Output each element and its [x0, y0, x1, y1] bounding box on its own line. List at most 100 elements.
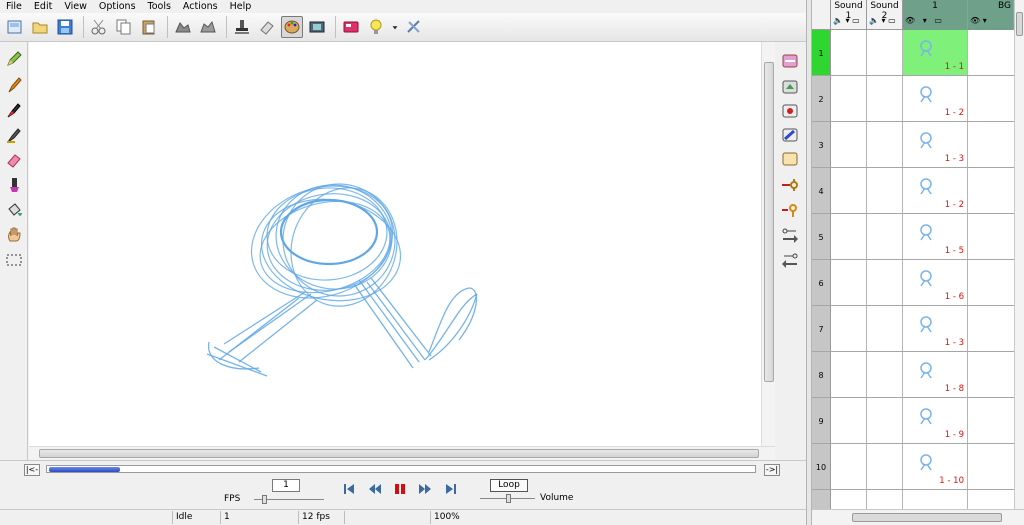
- xsheet-horizontal-scrollbar[interactable]: [812, 509, 1024, 525]
- fps-input[interactable]: 1: [272, 479, 300, 492]
- table-row[interactable]: 1 1 - 1: [812, 30, 1014, 76]
- drawing-canvas[interactable]: [29, 42, 761, 446]
- paper-icon[interactable]: [779, 148, 801, 170]
- column-header-bg[interactable]: BG 👁 ▾: [968, 0, 1014, 30]
- open-icon[interactable]: [29, 16, 51, 38]
- timeline-slider[interactable]: [46, 465, 756, 473]
- pencil-icon[interactable]: [3, 48, 25, 70]
- bg-cell[interactable]: [968, 30, 1014, 75]
- frame-number[interactable]: 5: [812, 214, 831, 259]
- canvas-vscroll-thumb[interactable]: [764, 62, 774, 382]
- sound-1-cell[interactable]: [831, 398, 867, 443]
- go-to-start-button[interactable]: |<-: [24, 464, 40, 476]
- stamp-icon[interactable]: [231, 16, 253, 38]
- table-row[interactable]: 4 1 - 2: [812, 168, 1014, 214]
- menu-tools[interactable]: Tools: [142, 0, 177, 13]
- layer-1-cell[interactable]: 1 - 1: [903, 30, 968, 75]
- frame-number[interactable]: 7: [812, 306, 831, 351]
- sound-2-cell[interactable]: [867, 214, 903, 259]
- cut-icon[interactable]: [88, 16, 110, 38]
- frame-number[interactable]: 6: [812, 260, 831, 305]
- loop-button[interactable]: Loop: [490, 479, 528, 492]
- palette-icon[interactable]: [281, 16, 303, 38]
- table-row[interactable]: 5 1 - 5: [812, 214, 1014, 260]
- onion-back-icon[interactable]: [172, 16, 194, 38]
- sound-2-cell[interactable]: [867, 306, 903, 351]
- brush-icon[interactable]: [3, 74, 25, 96]
- settings-icon[interactable]: [403, 16, 425, 38]
- paint-icon[interactable]: [779, 100, 801, 122]
- arrow-right-icon[interactable]: [779, 224, 801, 246]
- sound-2-cell[interactable]: [867, 122, 903, 167]
- save-icon[interactable]: [54, 16, 76, 38]
- menu-actions[interactable]: Actions: [177, 0, 224, 13]
- onion-forward-icon[interactable]: [197, 16, 219, 38]
- table-row[interactable]: 7 1 - 3: [812, 306, 1014, 352]
- menu-file[interactable]: File: [0, 0, 28, 13]
- transform-icon[interactable]: [779, 50, 801, 72]
- layer-1-cell[interactable]: 1 - 3: [903, 122, 968, 167]
- frame-number[interactable]: 8: [812, 352, 831, 397]
- sound-2-cell[interactable]: [867, 76, 903, 121]
- layer-1-cell[interactable]: 1 - 8: [903, 352, 968, 397]
- last-frame-button[interactable]: [443, 481, 459, 497]
- table-row[interactable]: 10 1 - 10: [812, 444, 1014, 490]
- calligraphy-pen-icon[interactable]: [3, 124, 25, 146]
- key-orange-icon[interactable]: [779, 199, 801, 221]
- table-row[interactable]: 2 1 - 2: [812, 76, 1014, 122]
- frame-number[interactable]: 2: [812, 76, 831, 121]
- copy-icon[interactable]: [113, 16, 135, 38]
- xsheet-vertical-scrollbar[interactable]: [1014, 0, 1024, 509]
- frame-number[interactable]: 4: [812, 168, 831, 213]
- menu-view[interactable]: View: [58, 0, 93, 13]
- bg-cell[interactable]: [968, 214, 1014, 259]
- paste-icon[interactable]: [138, 16, 160, 38]
- xsheet-hscroll-thumb[interactable]: [852, 513, 1002, 522]
- sound-2-cell[interactable]: [867, 398, 903, 443]
- frame-number[interactable]: 9: [812, 398, 831, 443]
- pen-blue-icon[interactable]: [779, 124, 801, 146]
- xsheet-vscroll-thumb[interactable]: [1016, 12, 1023, 36]
- film-icon[interactable]: [306, 16, 328, 38]
- layer-1-cell[interactable]: 1 - 5: [903, 214, 968, 259]
- lightbulb-icon[interactable]: [365, 16, 387, 38]
- table-row[interactable]: 6 1 - 6: [812, 260, 1014, 306]
- layer-1-cell[interactable]: 1 - 3: [903, 306, 968, 351]
- marker-icon[interactable]: [3, 174, 25, 196]
- sound-2-cell[interactable]: [867, 444, 903, 489]
- layer-1-cell[interactable]: 1 - 10: [903, 444, 968, 489]
- sound-1-cell[interactable]: [831, 444, 867, 489]
- table-row[interactable]: 3 1 - 3: [812, 122, 1014, 168]
- bg-cell[interactable]: [968, 76, 1014, 121]
- frame-number[interactable]: 3: [812, 122, 831, 167]
- previous-frame-button[interactable]: [367, 481, 383, 497]
- bg-cell[interactable]: [968, 168, 1014, 213]
- table-row[interactable]: 8 1 - 8: [812, 352, 1014, 398]
- column-header-sound-2[interactable]: Sound 2 🔈 ▾ ▭: [867, 0, 903, 30]
- layer-1-cell[interactable]: 1 - 6: [903, 260, 968, 305]
- menu-options[interactable]: Options: [93, 0, 142, 13]
- sound-1-cell[interactable]: [831, 352, 867, 397]
- column-header-layer-1[interactable]: 1 👁 ▾ ▭: [903, 0, 968, 30]
- selection-icon[interactable]: [3, 249, 25, 271]
- sound-2-cell[interactable]: [867, 260, 903, 305]
- speaker-icon[interactable]: 🔈 ▾ ▭: [833, 16, 864, 25]
- arrow-left-icon[interactable]: [779, 249, 801, 271]
- key-red-icon[interactable]: [779, 174, 801, 196]
- sound-1-cell[interactable]: [831, 76, 867, 121]
- sound-2-cell[interactable]: [867, 352, 903, 397]
- canvas-horizontal-scrollbar[interactable]: [29, 446, 775, 460]
- sound-2-cell[interactable]: [867, 30, 903, 75]
- sound-1-cell[interactable]: [831, 260, 867, 305]
- new-scene-icon[interactable]: [4, 16, 26, 38]
- volume-slider-knob[interactable]: [506, 494, 511, 503]
- bg-cell[interactable]: [968, 352, 1014, 397]
- column-header-sound-1[interactable]: Sound 1 🔈 ▾ ▭: [831, 0, 867, 30]
- eraser-icon[interactable]: [3, 149, 25, 171]
- play-pause-button[interactable]: [392, 481, 408, 497]
- next-frame-button[interactable]: [417, 481, 433, 497]
- hand-icon[interactable]: [3, 224, 25, 246]
- bg-cell[interactable]: [968, 260, 1014, 305]
- speaker-icon[interactable]: 🔈 ▾ ▭: [869, 16, 900, 25]
- sound-1-cell[interactable]: [831, 122, 867, 167]
